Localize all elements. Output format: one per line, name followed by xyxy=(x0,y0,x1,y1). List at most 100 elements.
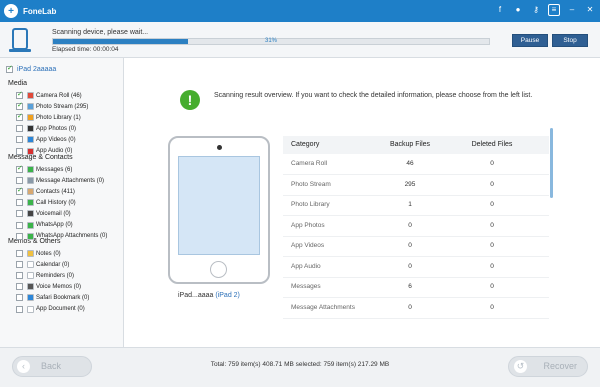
cell-deleted-files: 0 xyxy=(490,283,494,290)
info-icon: ! xyxy=(180,90,200,110)
item-checkbox[interactable] xyxy=(16,272,23,280)
item-checkbox[interactable] xyxy=(16,232,23,240)
cell-deleted-files: 0 xyxy=(490,242,494,249)
messages-icon xyxy=(27,166,34,173)
sidebar-item[interactable]: Calendar (0) xyxy=(16,260,69,269)
key-icon[interactable]: ⚷ xyxy=(530,4,542,16)
table-row[interactable]: Camera Roll 46 0 xyxy=(283,154,549,175)
recover-button[interactable]: ↺ Recover xyxy=(508,356,588,377)
scan-bar: Scanning device, please wait... 31% Elap… xyxy=(0,22,600,58)
item-checkbox[interactable] xyxy=(16,164,23,173)
table-row[interactable]: Messages 6 0 xyxy=(283,277,549,298)
main-panel: ! Scanning result overview. If you want … xyxy=(125,58,600,347)
sidebar-item[interactable]: WhatsApp Attachments (0) xyxy=(16,232,107,241)
item-checkbox[interactable] xyxy=(16,221,23,229)
sidebar-item[interactable]: Reminders (0) xyxy=(16,271,74,280)
pause-button[interactable]: Pause xyxy=(512,34,548,47)
sidebar-item[interactable]: Messages (6) xyxy=(16,164,72,174)
sidebar-item[interactable]: Call History (0) xyxy=(16,198,76,207)
item-checkbox[interactable] xyxy=(16,90,23,99)
item-checkbox[interactable] xyxy=(16,136,23,144)
sidebar-item[interactable]: Voicemail (0) xyxy=(16,209,71,218)
cell-category: Camera Roll xyxy=(291,160,328,167)
table-row[interactable]: App Videos 0 0 xyxy=(283,236,549,257)
cell-backup-files: 1 xyxy=(408,201,412,208)
sidebar-item[interactable]: Contacts (411) xyxy=(16,186,75,196)
sidebar-item[interactable]: App Photos (0) xyxy=(16,124,76,133)
device-checkbox[interactable] xyxy=(6,64,13,73)
sidebar-item[interactable]: Camera Roll (46) xyxy=(16,90,82,100)
device-model-link[interactable]: (iPad 2) xyxy=(215,292,240,299)
table-row[interactable]: Photo Stream 295 0 xyxy=(283,175,549,196)
item-checkbox[interactable] xyxy=(16,305,23,313)
sidebar-item-label: App Photos (0) xyxy=(36,125,77,132)
item-checkbox[interactable] xyxy=(16,177,23,185)
sidebar-item-label: App Videos (0) xyxy=(36,136,76,143)
item-checkbox[interactable] xyxy=(16,101,23,111)
item-checkbox[interactable] xyxy=(16,147,23,155)
minimize-icon[interactable]: – xyxy=(566,4,578,16)
photo-library-icon xyxy=(27,114,34,122)
safari-icon xyxy=(27,294,34,302)
sidebar-item[interactable]: Voice Memos (0) xyxy=(16,282,81,291)
item-checkbox[interactable] xyxy=(16,283,23,291)
sidebar-item[interactable]: App Document (0) xyxy=(16,305,85,314)
app-photos-icon xyxy=(27,125,34,133)
sidebar-item[interactable]: Photo Library (1) xyxy=(16,112,81,122)
item-checkbox[interactable] xyxy=(16,294,23,302)
table-row[interactable]: App Photos 0 0 xyxy=(283,216,549,237)
sidebar-item[interactable]: App Audio (0) xyxy=(16,147,72,156)
sidebar-item-label: App Audio (0) xyxy=(36,148,73,154)
overview-text: Scanning result overview. If you want to… xyxy=(214,92,533,99)
device-label: iPad...aaaa (iPad 2) xyxy=(178,292,240,299)
cell-category: App Audio xyxy=(291,262,321,270)
voicemail-icon xyxy=(27,210,34,218)
item-checkbox[interactable] xyxy=(16,250,23,257)
table-row[interactable]: Message Attachments 0 0 xyxy=(283,298,549,319)
header-backup-files[interactable]: Backup Files xyxy=(385,141,435,148)
sidebar-item[interactable]: Photo Stream (295) xyxy=(16,101,89,111)
item-checkbox[interactable] xyxy=(16,186,23,196)
item-checkbox[interactable] xyxy=(16,125,23,133)
call-history-icon xyxy=(27,199,34,207)
bottom-bar: ‹ Back Total: 759 item(s) 408.71 MB sele… xyxy=(0,347,600,387)
sidebar-item-label: Contacts (411) xyxy=(36,188,75,195)
voice-memos-icon xyxy=(27,283,34,291)
app-audio-icon xyxy=(27,147,34,155)
fonelab-logo-icon: + xyxy=(4,4,18,18)
sidebar-item[interactable]: Message Attachments (0) xyxy=(16,176,104,185)
sidebar-item[interactable]: Notes (0) xyxy=(16,249,61,258)
item-checkbox[interactable] xyxy=(16,210,23,218)
sidebar-item-label: Safari Bookmark (0) xyxy=(36,294,90,301)
sidebar-item[interactable]: App Videos (0) xyxy=(16,135,76,144)
cell-deleted-files: 0 xyxy=(490,201,494,208)
device-name[interactable]: iPad 2aaaaa xyxy=(17,66,56,73)
cell-backup-files: 0 xyxy=(408,242,412,249)
close-icon[interactable]: ✕ xyxy=(584,4,596,16)
recover-label: Recover xyxy=(543,361,577,371)
sidebar-item-label: Photo Stream (295) xyxy=(36,103,89,110)
group-media[interactable]: Media xyxy=(8,80,27,87)
device-scan-icon xyxy=(9,28,31,52)
cell-backup-files: 46 xyxy=(406,160,414,167)
facebook-icon[interactable]: f xyxy=(494,4,506,16)
sidebar-item[interactable]: Safari Bookmark (0) xyxy=(16,293,89,302)
menu-icon[interactable]: ≡ xyxy=(548,4,560,16)
sidebar-item-label: Call History (0) xyxy=(36,199,76,206)
item-checkbox[interactable] xyxy=(16,261,23,269)
item-checkbox[interactable] xyxy=(16,199,23,207)
table-header: Category Backup Files Deleted Files xyxy=(283,136,549,154)
sidebar-item[interactable]: WhatsApp (0) xyxy=(16,221,73,230)
table-row[interactable]: Photo Library 1 0 xyxy=(283,195,549,216)
sidebar-item-label: WhatsApp (0) xyxy=(36,222,73,228)
table-row[interactable]: App Audio 0 0 xyxy=(283,257,549,278)
cell-category: Messages xyxy=(291,283,321,290)
item-checkbox[interactable] xyxy=(16,112,23,122)
header-category[interactable]: Category xyxy=(291,141,319,148)
stop-button[interactable]: Stop xyxy=(552,34,588,47)
chat-icon[interactable]: ● xyxy=(512,4,524,16)
sidebar-item-label: Voicemail (0) xyxy=(36,210,71,217)
header-deleted-files[interactable]: Deleted Files xyxy=(467,141,517,148)
table-scrollbar[interactable] xyxy=(550,128,553,198)
device-tree-node[interactable]: iPad 2aaaaa xyxy=(6,64,56,73)
